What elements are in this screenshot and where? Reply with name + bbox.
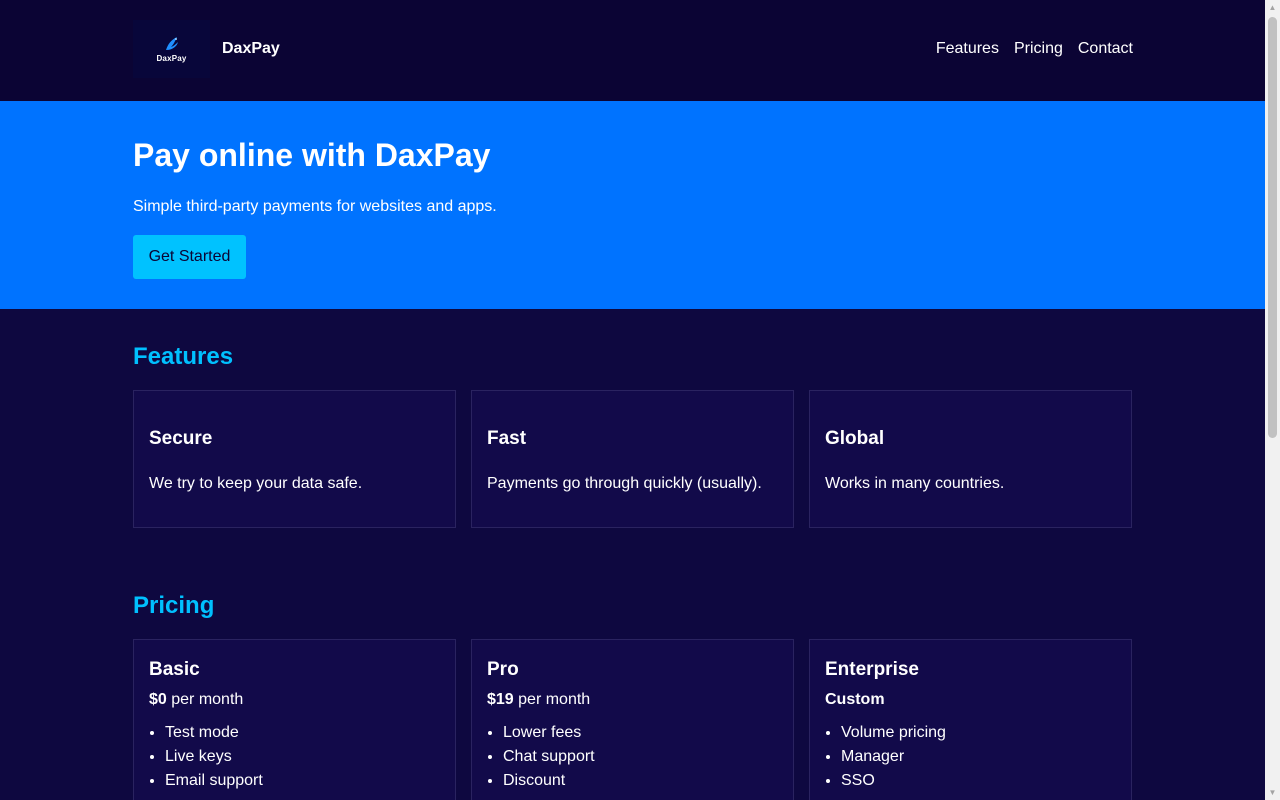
- nav-link-features[interactable]: Features: [936, 40, 999, 58]
- feature-card-title: Global: [825, 428, 885, 449]
- logo[interactable]: DaxPay: [133, 20, 210, 78]
- feature-card-text: We try to keep your data safe.: [149, 475, 363, 492]
- plan-feature-item: SSO: [841, 772, 946, 796]
- bird-logo-icon: [165, 37, 178, 50]
- plan-feature-item: Email support: [165, 772, 263, 796]
- plan-price-amount: $0: [149, 691, 167, 708]
- hero-subtitle: Simple third-party payments for websites…: [133, 198, 497, 215]
- plan-price-period: per month: [513, 691, 591, 708]
- pricing-heading: Pricing: [133, 592, 215, 619]
- plan-feature-list: Lower fees Chat support Discount: [503, 724, 595, 796]
- plan-feature-item: Discount: [503, 772, 595, 796]
- plan-feature-list: Test mode Live keys Email support: [165, 724, 263, 796]
- feature-card-title: Secure: [149, 428, 213, 449]
- plan-price: Custom: [825, 691, 885, 709]
- nav-link-pricing[interactable]: Pricing: [1014, 40, 1063, 58]
- feature-card-secure: Secure We try to keep your data safe.: [133, 390, 456, 528]
- feature-card-global: Global Works in many countries.: [809, 390, 1132, 528]
- feature-card-fast: Fast Payments go through quickly (usuall…: [471, 390, 794, 528]
- plan-name: Enterprise: [825, 659, 919, 680]
- plan-feature-item: Live keys: [165, 748, 263, 772]
- plan-price: $0 per month: [149, 691, 243, 709]
- logo-text: DaxPay: [156, 54, 187, 63]
- plan-feature-list: Volume pricing Manager SSO: [841, 724, 946, 796]
- feature-card-title: Fast: [487, 428, 527, 449]
- vertical-scrollbar[interactable]: ▲ ▼: [1265, 0, 1280, 800]
- plan-price: $19 per month: [487, 691, 590, 709]
- main-nav: Features Pricing Contact: [936, 40, 1133, 58]
- plan-price-amount: $19: [487, 691, 514, 708]
- nav-link-contact[interactable]: Contact: [1078, 40, 1133, 58]
- hero-title: Pay online with DaxPay: [133, 137, 491, 173]
- hero-section: Pay online with DaxPay Simple third-part…: [0, 101, 1265, 309]
- pricing-card-enterprise: Enterprise Custom Volume pricing Manager…: [809, 639, 1132, 800]
- scroll-down-arrow-icon[interactable]: ▼: [1265, 785, 1280, 800]
- plan-feature-item: Volume pricing: [841, 724, 946, 748]
- plan-price-period: per month: [166, 691, 244, 708]
- features-heading: Features: [133, 343, 234, 370]
- get-started-button[interactable]: Get Started: [133, 235, 246, 279]
- scroll-up-arrow-icon[interactable]: ▲: [1265, 0, 1280, 15]
- page: DaxPay DaxPay Features Pricing Contact P…: [0, 0, 1265, 800]
- plan-feature-item: Manager: [841, 748, 946, 772]
- pricing-card-basic: Basic $0 per month Test mode Live keys E…: [133, 639, 456, 800]
- feature-card-text: Payments go through quickly (usually).: [487, 475, 762, 492]
- plan-feature-item: Chat support: [503, 748, 595, 772]
- plan-feature-item: Lower fees: [503, 724, 595, 748]
- plan-name: Pro: [487, 659, 519, 680]
- plan-feature-item: Test mode: [165, 724, 263, 748]
- site-header: DaxPay DaxPay Features Pricing Contact: [0, 0, 1265, 101]
- feature-card-text: Works in many countries.: [825, 475, 1005, 492]
- pricing-card-pro: Pro $19 per month Lower fees Chat suppor…: [471, 639, 794, 800]
- brand-name: DaxPay: [222, 40, 280, 57]
- scrollbar-thumb[interactable]: [1268, 17, 1277, 438]
- plan-name: Basic: [149, 659, 200, 680]
- plan-price-amount: Custom: [825, 691, 885, 708]
